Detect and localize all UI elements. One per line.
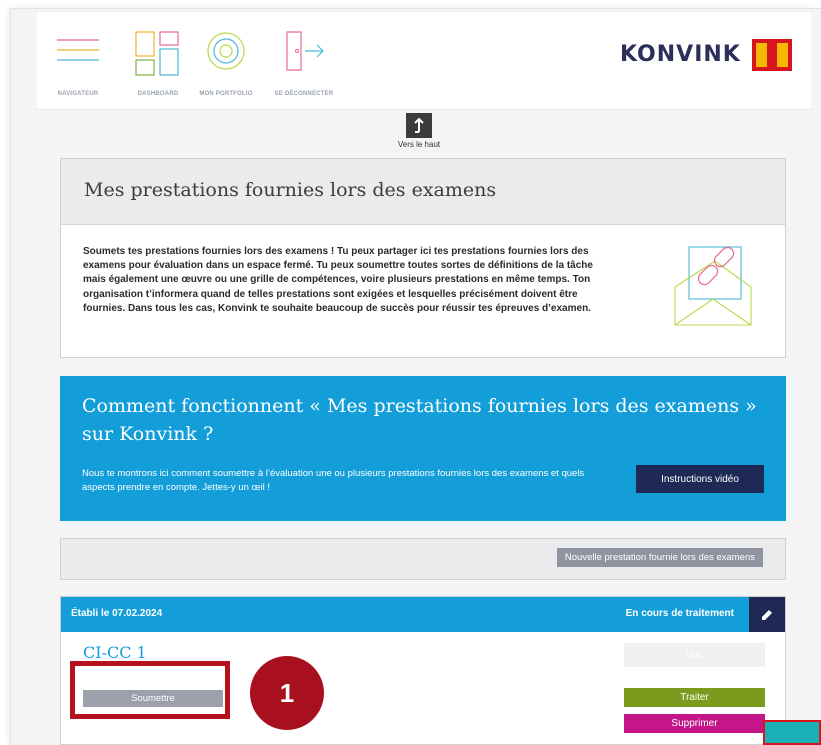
scroll-top-label[interactable]: Vers le haut (396, 140, 442, 149)
highlight-box (70, 661, 230, 719)
view-button[interactable]: Voir (624, 643, 765, 667)
delete-button[interactable]: Supprimer (624, 714, 765, 733)
konvink-logo-icon (752, 39, 792, 71)
status-badge: En cours de traitement (625, 608, 734, 619)
top-header: NAVIGATEUR DASHBOARD MON PORTFOLIO SE DÉ… (37, 12, 811, 110)
video-instructions-button[interactable]: Instructions vidéo (636, 465, 764, 493)
submission-header: Établi le 07.02.2024 En cours de traitem… (61, 597, 785, 632)
nav-portfolio[interactable]: MON PORTFOLIO (199, 30, 252, 97)
arrow-up-icon (414, 117, 424, 133)
brand-name: KONVINK (620, 42, 741, 67)
edit-button[interactable] (749, 597, 785, 632)
new-submission-button[interactable]: Nouvelle prestation fournie lors des exa… (556, 548, 763, 567)
intro-text: Soumets tes prestations fournies lors de… (83, 246, 593, 314)
hamburger-menu-icon (57, 39, 99, 61)
portfolio-circles-icon (207, 32, 245, 70)
nav-logout[interactable]: SE DÉCONNECTER (275, 30, 333, 97)
process-button[interactable]: Traiter (624, 688, 765, 707)
page-title: Mes prestations fournies lors des examen… (84, 179, 497, 201)
logout-door-icon (286, 31, 324, 71)
nav-label: SE DÉCONNECTER (274, 91, 334, 97)
nav-label: DASHBOARD (137, 91, 179, 97)
nav-navigateur[interactable]: NAVIGATEUR (55, 30, 101, 97)
intro-header: Mes prestations fournies lors des examen… (61, 159, 785, 225)
nav-label: NAVIGATEUR (57, 91, 99, 97)
actions-bar: Nouvelle prestation fournie lors des exa… (60, 538, 786, 580)
pencil-icon (762, 609, 772, 620)
howto-title: Comment fonctionnent « Mes prestations f… (82, 395, 757, 445)
nav-label: MON PORTFOLIO (199, 91, 253, 97)
dashboard-grid-icon (135, 31, 179, 76)
step-number-badge: 1 (250, 656, 324, 730)
intro-card: Mes prestations fournies lors des examen… (60, 158, 786, 358)
corner-widget[interactable] (763, 720, 821, 745)
howto-text: Nous te montrons ici comment soumettre à… (82, 468, 585, 493)
created-date: Établi le 07.02.2024 (71, 608, 163, 619)
scroll-top-button[interactable] (406, 113, 432, 138)
howto-card: Comment fonctionnent « Mes prestations f… (60, 376, 786, 521)
nav-dashboard[interactable]: DASHBOARD (134, 30, 182, 97)
envelope-link-icon (674, 246, 752, 326)
submission-title[interactable]: CI-CC 1 (83, 643, 147, 662)
